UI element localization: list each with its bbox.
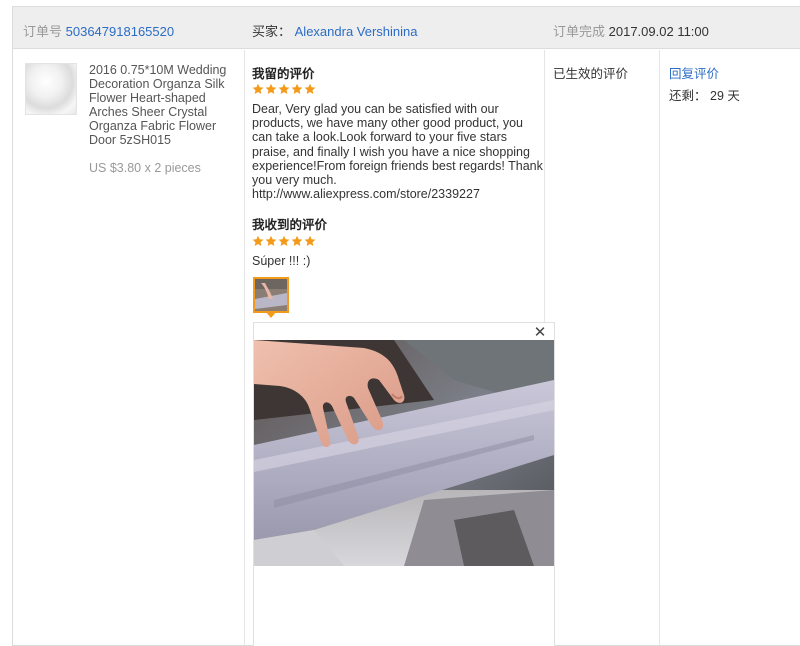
photo-pointer <box>266 312 276 318</box>
remaining-days: 还剩： 29 天 <box>669 85 740 104</box>
column-divider <box>659 50 660 645</box>
review-photo-large <box>254 340 554 566</box>
my-review-title: 我留的评价 <box>252 67 315 81</box>
product-title[interactable]: 2016 0.75*10M Wedding Decoration Organza… <box>89 63 239 147</box>
star-icon <box>265 235 277 246</box>
received-review-stars <box>252 235 316 247</box>
my-review-body: Dear, Very glad you can be satisfied wit… <box>252 102 543 188</box>
my-review-text: Dear, Very glad you can be satisfied wit… <box>252 102 544 201</box>
star-icon <box>278 235 290 246</box>
star-icon <box>304 235 316 246</box>
review-photo-thumbnail[interactable] <box>253 277 289 313</box>
review-photo-thumbnail-image <box>255 279 287 311</box>
order-number-link[interactable]: 503647918165520 <box>66 24 174 39</box>
completed-time: 2017.09.02 11:00 <box>608 24 709 39</box>
star-icon <box>265 83 277 94</box>
close-icon[interactable]: ✕ <box>533 325 547 340</box>
order-number: 订单号 503647918165520 <box>23 21 174 40</box>
star-icon <box>291 235 303 246</box>
completed-label: 订单完成 <box>553 24 606 39</box>
received-review-text: Súper !!! :) <box>252 254 311 268</box>
column-divider <box>244 50 245 645</box>
product-thumbnail[interactable] <box>25 63 77 115</box>
order-number-label: 订单号 <box>23 24 63 39</box>
product-price: US $3.80 x 2 pieces <box>89 161 201 175</box>
store-link[interactable]: http://www.aliexpress.com/store/2339227 <box>252 187 480 201</box>
order-card: 订单号 503647918165520 买家： Alexandra Vershi… <box>12 6 800 646</box>
photo-preview-panel: ✕ <box>253 322 555 646</box>
buyer-info: 买家： Alexandra Vershinina <box>252 21 418 40</box>
order-completed: 订单完成 2017.09.02 11:00 <box>553 21 709 40</box>
reply-review-link[interactable]: 回复评价 <box>669 63 719 82</box>
received-review-title: 我收到的评价 <box>252 218 328 232</box>
star-icon <box>278 83 290 94</box>
buyer-label: 买家： <box>252 24 292 39</box>
remaining-value: 29 天 <box>710 89 740 103</box>
review-photo-image <box>254 340 554 566</box>
order-header: 订单号 503647918165520 买家： Alexandra Vershi… <box>13 7 800 49</box>
my-review-stars <box>252 83 316 95</box>
star-icon <box>252 235 264 246</box>
star-icon <box>291 83 303 94</box>
star-icon <box>304 83 316 94</box>
remaining-label: 还剩： <box>669 89 707 103</box>
review-status: 已生效的评价 <box>553 67 629 81</box>
star-icon <box>252 83 264 94</box>
buyer-name-link[interactable]: Alexandra Vershinina <box>295 24 418 39</box>
